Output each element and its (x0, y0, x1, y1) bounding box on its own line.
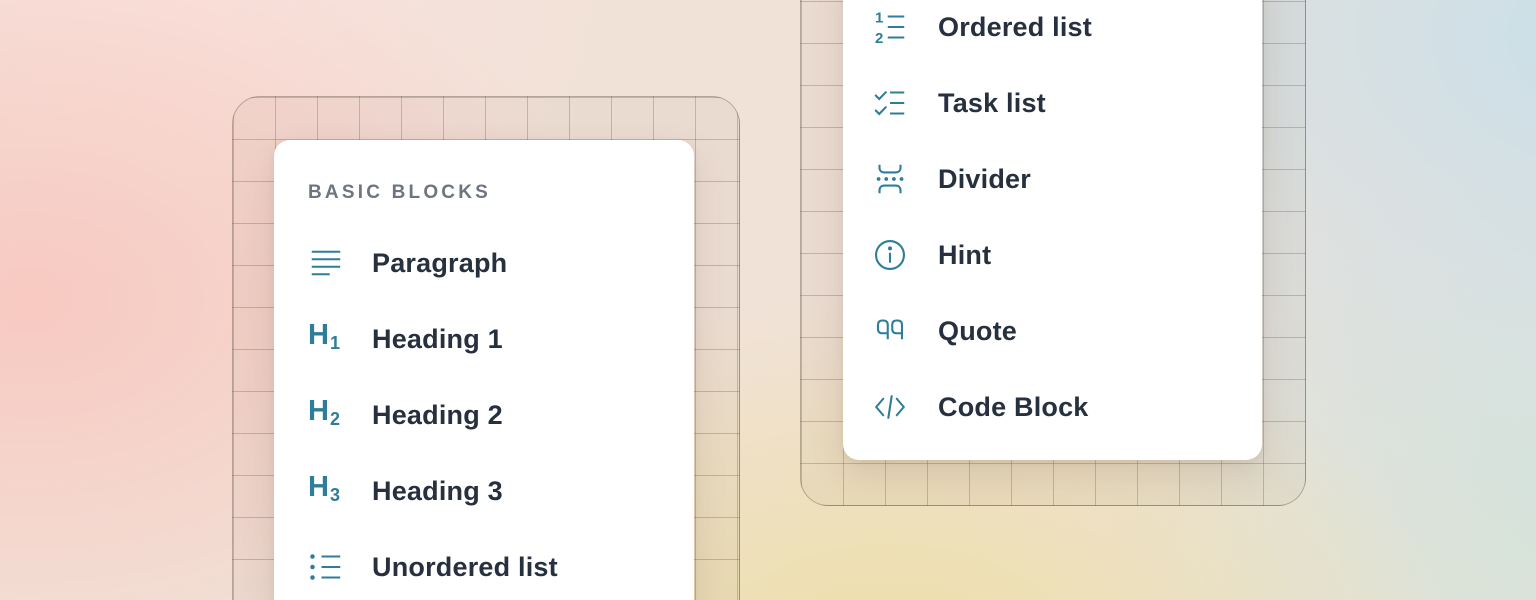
menu-item-divider[interactable]: Divider (872, 141, 1262, 217)
ordered-list-icon: 1 2 (872, 9, 908, 45)
svg-text:2: 2 (875, 30, 883, 45)
blocks-list: 1 2 Ordered list Task list (843, 0, 1262, 445)
menu-item-unordered-list[interactable]: Unordered list (308, 529, 694, 600)
section-label: BASIC BLOCKS (308, 182, 491, 204)
menu-item-task-list[interactable]: Task list (872, 65, 1262, 141)
menu-item-label: Heading 2 (372, 400, 503, 431)
menu-item-quote[interactable]: Quote (872, 293, 1262, 369)
svg-text:1: 1 (875, 10, 883, 27)
divider-icon (872, 161, 908, 197)
menu-item-label: Task list (938, 88, 1046, 119)
heading-1-icon: H1 (308, 321, 344, 357)
menu-item-heading-1[interactable]: H1 Heading 1 (308, 301, 694, 377)
menu-item-label: Code Block (938, 392, 1089, 423)
blocks-menu-extended: 1 2 Ordered list Task list (843, 0, 1262, 460)
menu-item-label: Ordered list (938, 12, 1092, 43)
menu-item-paragraph[interactable]: Paragraph (308, 225, 694, 301)
menu-item-label: Divider (938, 164, 1031, 195)
menu-item-label: Unordered list (372, 552, 558, 583)
unordered-list-icon (308, 549, 344, 585)
task-list-icon (872, 85, 908, 121)
basic-blocks-menu: BASIC BLOCKS Paragraph H1 Heading 1 H2 H… (274, 140, 694, 600)
heading-3-icon: H3 (308, 473, 344, 509)
code-block-icon (872, 389, 908, 425)
menu-item-label: Heading 1 (372, 324, 503, 355)
menu-item-ordered-list[interactable]: 1 2 Ordered list (872, 0, 1262, 65)
canvas: BASIC BLOCKS Paragraph H1 Heading 1 H2 H… (0, 0, 1536, 600)
hint-icon (872, 237, 908, 273)
menu-item-hint[interactable]: Hint (872, 217, 1262, 293)
heading-2-icon: H2 (308, 397, 344, 433)
menu-item-code-block[interactable]: Code Block (872, 369, 1262, 445)
paragraph-icon (308, 245, 344, 281)
basic-blocks-list: Paragraph H1 Heading 1 H2 Heading 2 H3 H… (274, 225, 694, 600)
quote-icon (872, 313, 908, 349)
menu-item-label: Hint (938, 240, 991, 271)
menu-item-heading-2[interactable]: H2 Heading 2 (308, 377, 694, 453)
menu-item-heading-3[interactable]: H3 Heading 3 (308, 453, 694, 529)
menu-item-label: Quote (938, 316, 1017, 347)
menu-item-label: Heading 3 (372, 476, 503, 507)
menu-item-label: Paragraph (372, 248, 507, 279)
